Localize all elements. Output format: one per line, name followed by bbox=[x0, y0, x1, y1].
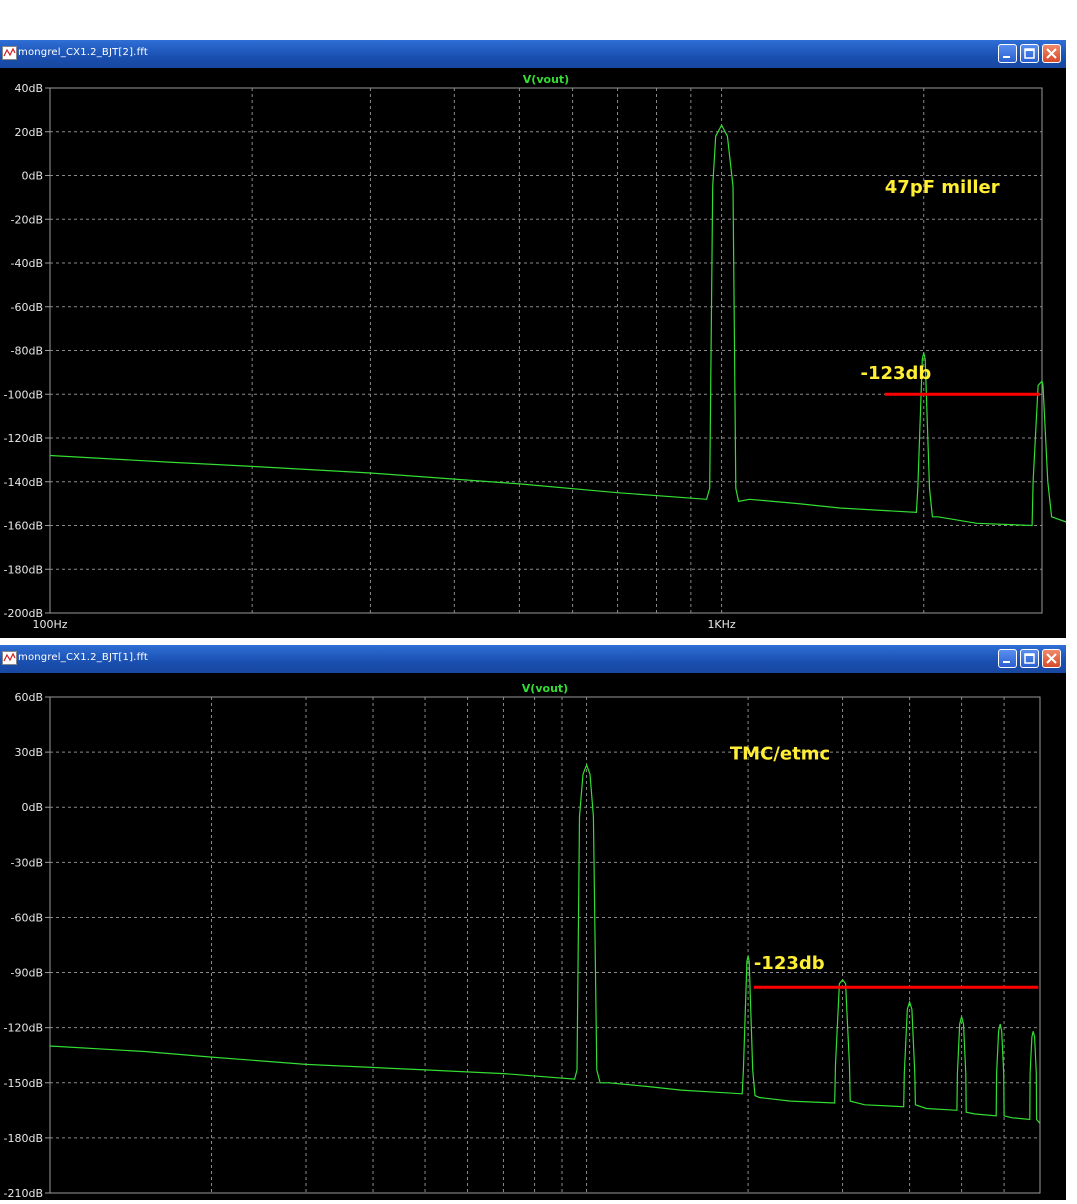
y-tick-label: 0dB bbox=[21, 801, 43, 814]
y-tick-label: 20dB bbox=[14, 126, 43, 139]
fft-chart-1[interactable]: 40dB 20dB 0dB -20dB -40dB -60dB -80dB -100dB -12… bbox=[0, 68, 1077, 638]
maximize-button[interactable] bbox=[1020, 44, 1039, 63]
window-titlebar[interactable]: mongrel_CX1.2_BJT[2].fft bbox=[0, 40, 1066, 68]
fft-window-2[interactable]: mongrel_CX1.2_BJT[1].fft 60dB 30dB 0dB -30d… bbox=[0, 645, 1066, 1200]
y-tick-label: 30dB bbox=[14, 746, 43, 759]
fft-plot-2[interactable]: 60dB 30dB 0dB -30dB -60dB -90dB -120dB -150dB -1… bbox=[0, 673, 1066, 1200]
x-tick-label: 100Hz bbox=[32, 618, 67, 631]
y-tick-label: -60dB bbox=[11, 301, 44, 314]
fft-plot-1[interactable]: 40dB 20dB 0dB -20dB -40dB -60dB -80dB -100dB -12… bbox=[0, 68, 1077, 638]
waveform-icon bbox=[2, 651, 17, 665]
y-tick-label: 60dB bbox=[14, 691, 43, 704]
window-titlebar[interactable]: mongrel_CX1.2_BJT[1].fft bbox=[0, 645, 1066, 673]
y-tick-label: -210dB bbox=[4, 1187, 44, 1200]
minimize-button[interactable] bbox=[998, 44, 1017, 63]
y-tick-label: -160dB bbox=[4, 520, 44, 533]
annotation-label: -123db bbox=[860, 363, 931, 384]
y-tick-label: -120dB bbox=[4, 432, 44, 445]
y-tick-label: 0dB bbox=[21, 170, 43, 183]
annotation-label: TMC/etmc bbox=[730, 743, 830, 764]
y-tick-label: -20dB bbox=[11, 213, 44, 226]
maximize-button[interactable] bbox=[1020, 649, 1039, 668]
y-tick-label: 40dB bbox=[14, 82, 43, 95]
y-tick-label: -30dB bbox=[11, 856, 44, 869]
spectrum-line bbox=[49, 763, 1041, 1124]
fft-window-1[interactable]: mongrel_CX1.2_BJT[2].fft 40dB 20dB 0dB -20d… bbox=[0, 40, 1077, 638]
minimize-button[interactable] bbox=[998, 649, 1017, 668]
y-tick-label: -60dB bbox=[11, 911, 44, 924]
chart-title: V(vout) bbox=[522, 682, 568, 695]
y-tick-label: -120dB bbox=[4, 1022, 44, 1035]
waveform-icon bbox=[2, 46, 17, 60]
plot-frame bbox=[49, 696, 1041, 1194]
y-tick-label: -90dB bbox=[11, 967, 44, 980]
close-button[interactable] bbox=[1042, 44, 1061, 63]
close-button[interactable] bbox=[1042, 649, 1061, 668]
y-tick-label: -180dB bbox=[4, 563, 44, 576]
window-title: mongrel_CX1.2_BJT[2].fft bbox=[18, 47, 148, 58]
plot-frame bbox=[49, 87, 1043, 614]
x-tick-label: 1KHz bbox=[707, 618, 735, 631]
window-title: mongrel_CX1.2_BJT[1].fft bbox=[18, 652, 148, 663]
y-tick-label: -80dB bbox=[11, 345, 44, 358]
y-tick-label: -40dB bbox=[11, 257, 44, 270]
fft-chart-2[interactable]: 60dB 30dB 0dB -30dB -60dB -90dB -120dB -150dB -1… bbox=[0, 673, 1066, 1200]
chart-title: V(vout) bbox=[523, 73, 569, 86]
y-tick-label: -140dB bbox=[4, 476, 44, 489]
y-tick-label: -150dB bbox=[4, 1077, 44, 1090]
annotation-label: 47pF miller bbox=[885, 177, 1000, 198]
y-tick-label: -100dB bbox=[4, 388, 44, 401]
annotation-label: -123db bbox=[754, 953, 825, 974]
y-tick-label: -180dB bbox=[4, 1132, 44, 1145]
